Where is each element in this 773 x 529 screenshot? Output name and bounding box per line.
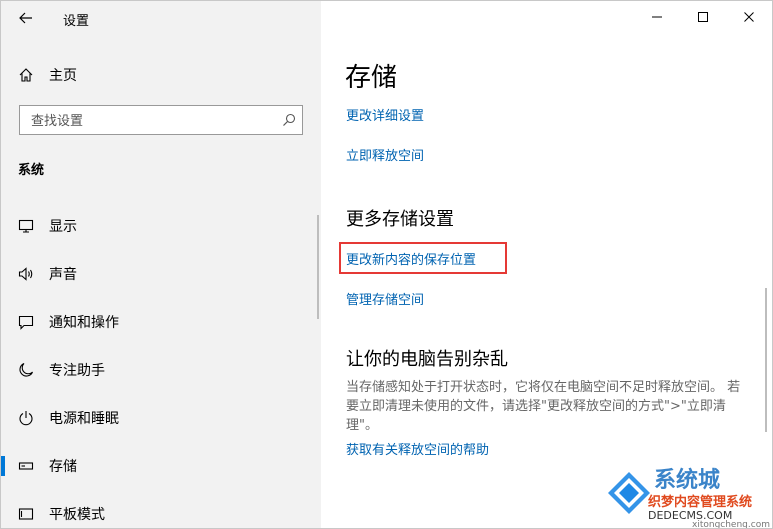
close-button[interactable] [726, 1, 772, 33]
main-content: 存储 更改详细设置 立即释放空间 更多存储设置 更改新内容的保存位置 管理存储空… [321, 1, 772, 528]
search-input[interactable] [29, 111, 273, 131]
help-link[interactable]: 获取有关释放空间的帮助 [346, 439, 489, 458]
minimize-button[interactable] [634, 1, 680, 33]
back-button[interactable] [11, 5, 41, 31]
watermark: 系统城 织梦内容管理系统 DEDECMS.COM xitongcheng.com [602, 462, 772, 528]
sidebar-item-storage[interactable]: 存储 [1, 446, 321, 486]
sidebar-item-label: 主页 [49, 68, 77, 84]
sidebar-item-label: 电源和睡眠 [49, 411, 119, 427]
search-box[interactable] [19, 105, 303, 135]
change-details-link[interactable]: 更改详细设置 [346, 105, 424, 124]
sidebar-item-notifications[interactable]: 通知和操作 [1, 302, 321, 342]
sidebar-scrollbar[interactable] [317, 215, 319, 319]
window-controls [634, 1, 772, 33]
sidebar-item-label: 显示 [49, 219, 77, 235]
sidebar-item-label: 平板模式 [49, 507, 105, 523]
watermark-site: xitongcheng.com [692, 520, 770, 529]
sidebar-item-focus-assist[interactable]: 专注助手 [1, 350, 321, 390]
speaker-icon [18, 266, 34, 282]
main-scrollbar[interactable] [765, 288, 767, 432]
close-icon [744, 12, 754, 22]
sidebar-item-display[interactable]: 显示 [1, 206, 321, 246]
sidebar-item-label: 声音 [49, 267, 77, 283]
storage-icon [18, 458, 34, 474]
page-title: 存储 [345, 63, 398, 93]
sidebar-item-tablet-mode[interactable]: 平板模式 [1, 494, 321, 528]
maximize-icon [698, 12, 708, 22]
search-icon[interactable] [282, 113, 296, 127]
windows-logo-icon [608, 472, 650, 514]
minimize-icon [652, 16, 662, 18]
maximize-button[interactable] [680, 1, 726, 33]
clutter-description: 当存储感知处于打开状态时，它将仅在电脑空间不足时释放空间。 若要立即清理未使用的… [346, 380, 741, 433]
watermark-cms: 织梦内容管理系统 [648, 495, 753, 510]
notification-icon [18, 314, 34, 330]
sidebar-item-label: 存储 [49, 459, 77, 475]
settings-window: 设置 主页 系统 显示 声音 [0, 0, 773, 529]
change-save-location-link[interactable]: 更改新内容的保存位置 [346, 249, 476, 268]
monitor-icon [18, 218, 34, 234]
sidebar-item-home[interactable]: 主页 [1, 55, 321, 95]
manage-storage-spaces-link[interactable]: 管理存储空间 [346, 289, 424, 308]
sidebar-item-sound[interactable]: 声音 [1, 254, 321, 294]
power-icon [18, 410, 34, 426]
sidebar-item-label: 专注助手 [49, 363, 105, 379]
clutter-heading: 让你的电脑告别杂乱 [346, 349, 508, 370]
free-space-now-link[interactable]: 立即释放空间 [346, 145, 424, 164]
sidebar: 设置 主页 系统 显示 声音 [1, 1, 321, 528]
more-storage-heading: 更多存储设置 [346, 209, 454, 230]
app-title: 设置 [63, 14, 90, 29]
section-label-system: 系统 [18, 163, 45, 178]
sidebar-item-label: 通知和操作 [49, 315, 119, 331]
watermark-brand: 系统城 [654, 468, 721, 493]
moon-icon [18, 362, 34, 378]
back-arrow-icon [19, 12, 32, 24]
sidebar-item-power-sleep[interactable]: 电源和睡眠 [1, 398, 321, 438]
tablet-icon [18, 506, 34, 522]
home-icon [18, 67, 34, 83]
